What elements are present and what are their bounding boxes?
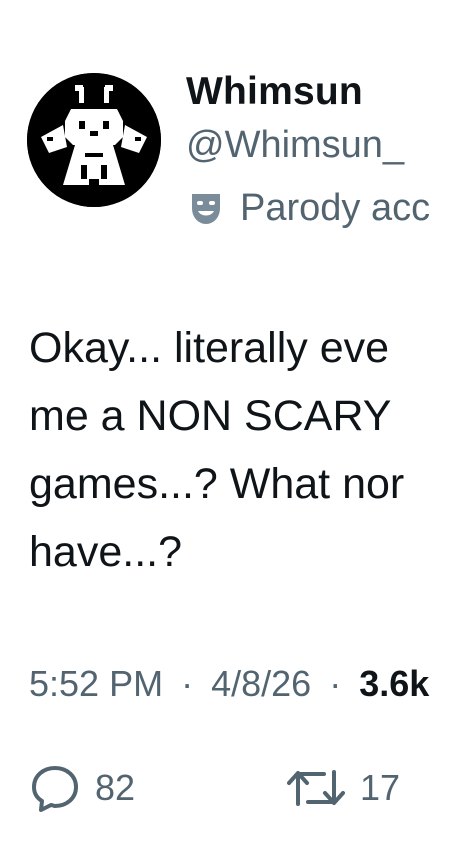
tweet-time[interactable]: 5:52 PM bbox=[29, 663, 163, 704]
user-handle[interactable]: @Whimsun_ bbox=[186, 124, 404, 167]
retweet-icon bbox=[287, 770, 345, 806]
reply-button[interactable]: 82 bbox=[27, 760, 135, 816]
theater-masks-icon bbox=[192, 194, 220, 224]
retweet-count: 17 bbox=[360, 767, 401, 808]
display-name[interactable]: Whimsun bbox=[186, 70, 363, 114]
reply-count: 82 bbox=[95, 767, 136, 808]
tweet-text: Okay... literally eve me a NON SCARY gam… bbox=[29, 314, 451, 586]
reply-icon bbox=[32, 766, 78, 812]
tweet-line: Okay... literally eve bbox=[29, 324, 390, 372]
parody-label[interactable]: Parody acc bbox=[186, 184, 451, 232]
avatar[interactable] bbox=[27, 73, 161, 207]
meta-separator: · bbox=[329, 663, 342, 704]
tweet-line: have...? bbox=[29, 528, 182, 576]
whimsun-sprite-avatar bbox=[27, 73, 161, 207]
tweet-meta: 5:52 PM · 4/8/26 · 3.6k bbox=[29, 663, 451, 705]
tweet-line: games...? What nor bbox=[29, 460, 405, 508]
parody-label-text: Parody acc bbox=[240, 186, 431, 229]
meta-separator: · bbox=[181, 663, 194, 704]
tweet-line: me a NON SCARY bbox=[29, 392, 392, 440]
tweet-date[interactable]: 4/8/26 bbox=[211, 663, 311, 704]
view-count[interactable]: 3.6k bbox=[359, 663, 429, 704]
retweet-button[interactable]: 17 bbox=[284, 760, 400, 816]
